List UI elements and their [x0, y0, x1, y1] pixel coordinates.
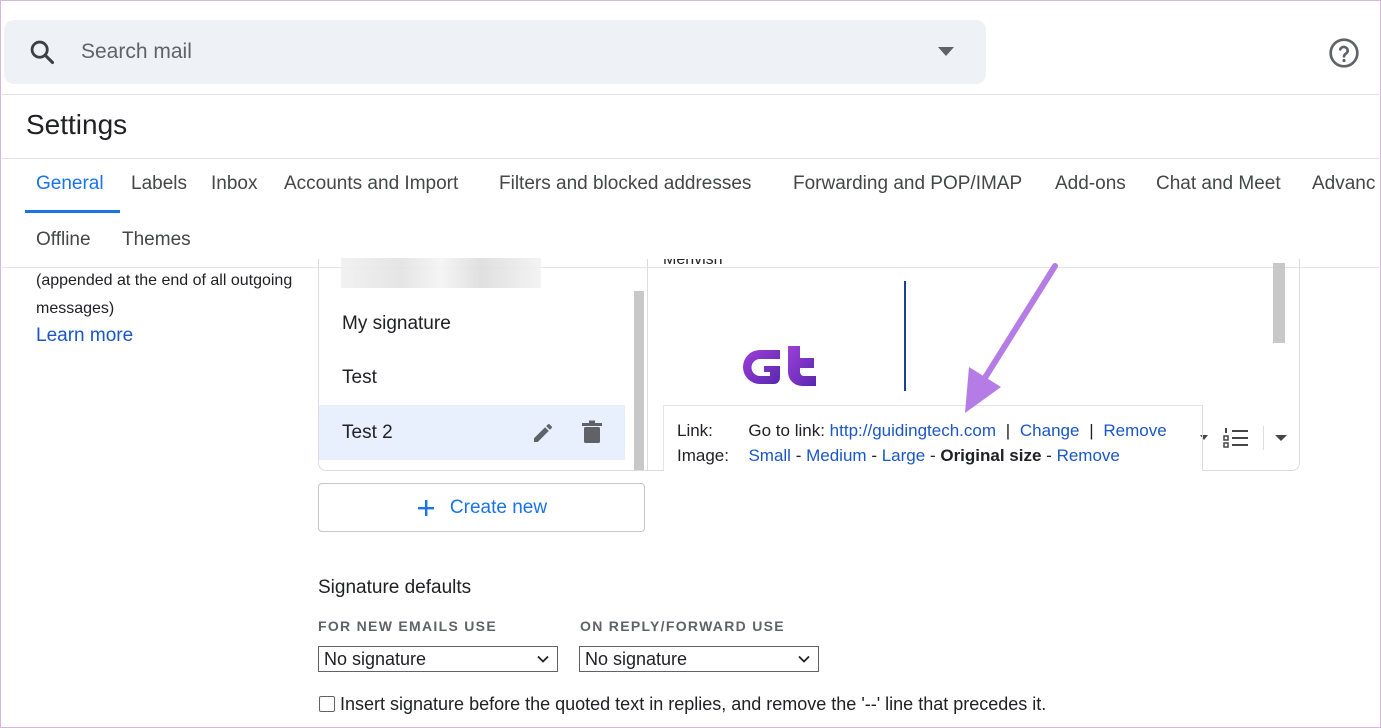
tab-accounts-and-import[interactable]: Accounts and Import [284, 173, 458, 195]
divider [2, 158, 1381, 159]
learn-more-link[interactable]: Learn more [36, 325, 133, 347]
remove-image-button[interactable]: Remove [1057, 446, 1120, 465]
tab-themes[interactable]: Themes [122, 229, 191, 251]
blurred-signature-item [341, 258, 541, 288]
tab-advanced[interactable]: Advanc [1312, 173, 1375, 195]
signature-description-cont: messages) [36, 300, 115, 317]
page-title: Settings [26, 109, 128, 140]
pencil-icon[interactable] [531, 421, 555, 445]
new-emails-label: FOR NEW EMAILS USE [318, 618, 497, 634]
active-tab-indicator [25, 210, 120, 213]
new-emails-signature-select[interactable]: No signature [318, 646, 558, 672]
more-options-caret-icon[interactable] [1275, 435, 1287, 441]
separator: - [795, 446, 802, 465]
signature-editor-name-text: Mehvish [663, 259, 723, 268]
insert-before-quoted-checkbox[interactable] [319, 696, 335, 712]
separator: | [1005, 421, 1011, 440]
image-size-original: Original size [940, 446, 1042, 465]
create-new-label: Create new [449, 496, 548, 518]
tab-general[interactable]: General [36, 173, 104, 195]
separator: - [929, 446, 936, 465]
go-to-link-label: Go to link: [748, 421, 825, 440]
signature-defaults-title: Signature defaults [318, 577, 472, 598]
new-emails-select-value: No signature [324, 649, 427, 669]
signature-item[interactable]: My signature [319, 296, 625, 351]
signature-list-scrollbar[interactable] [634, 291, 644, 470]
image-row: Image: Small - Medium - Large - Original… [677, 446, 1120, 466]
tab-chat-and-meet[interactable]: Chat and Meet [1156, 173, 1281, 195]
signature-item[interactable]: Test [319, 350, 625, 405]
tab-inbox[interactable]: Inbox [211, 173, 257, 195]
toolbar-divider [1263, 426, 1264, 450]
link-row: Link: Go to link: http://guidingtech.com… [677, 421, 1167, 441]
annotation-arrow-icon [965, 263, 1058, 413]
signature-description: (appended at the end of all outgoing [36, 272, 293, 289]
link-url[interactable]: http://guidingtech.com [830, 421, 996, 440]
image-size-large[interactable]: Large [882, 446, 925, 465]
search-input[interactable] [81, 37, 781, 67]
reply-forward-signature-select[interactable]: No signature [579, 646, 819, 672]
separator: - [1046, 446, 1052, 465]
search-icon[interactable] [28, 38, 56, 66]
editor-scrollbar[interactable] [1273, 263, 1285, 343]
tab-labels[interactable]: Labels [131, 173, 187, 195]
signature-divider-line [904, 281, 906, 391]
image-size-medium[interactable]: Medium [806, 446, 866, 465]
help-circle-icon[interactable] [1328, 37, 1360, 69]
chevron-down-icon [537, 655, 549, 663]
tab-filters[interactable]: Filters and blocked addresses [499, 173, 751, 195]
guiding-tech-logo [743, 346, 816, 386]
reply-select-value: No signature [585, 649, 688, 669]
create-new-signature-button[interactable]: Create new [318, 483, 645, 532]
link-label: Link: [677, 421, 713, 440]
tab-forwarding[interactable]: Forwarding and POP/IMAP [793, 173, 1022, 195]
signature-editor-name: Mehvish [663, 259, 723, 275]
insert-before-quoted-label: Insert signature before the quoted text … [340, 694, 1047, 714]
image-label: Image: [677, 446, 729, 465]
numbered-list-icon[interactable] [1223, 426, 1249, 450]
chevron-down-icon [798, 655, 810, 663]
image-size-small[interactable]: Small [748, 446, 791, 465]
trash-icon[interactable] [581, 420, 603, 444]
tab-offline[interactable]: Offline [36, 229, 91, 251]
separator: | [1089, 421, 1094, 440]
plus-icon [417, 499, 434, 516]
reply-forward-label: ON REPLY/FORWARD USE [580, 618, 785, 634]
change-link-button[interactable]: Change [1020, 421, 1080, 440]
remove-link-button[interactable]: Remove [1103, 421, 1166, 440]
search-options-caret-icon[interactable] [938, 47, 954, 56]
divider [2, 94, 1381, 95]
separator: - [871, 446, 877, 465]
signature-item-selected[interactable]: Test 2 [319, 405, 625, 460]
toolbar-divider [1202, 405, 1203, 471]
tab-add-ons[interactable]: Add-ons [1055, 173, 1126, 195]
